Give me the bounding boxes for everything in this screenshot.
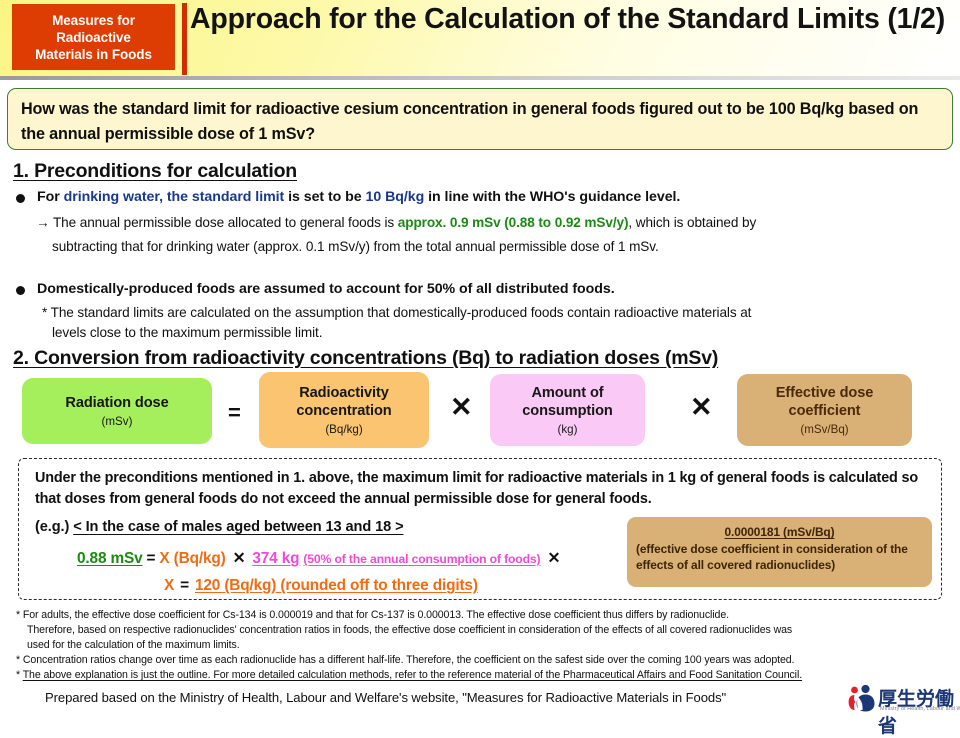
footnote-3: * The above explanation is just the outl… xyxy=(16,668,802,683)
section-2-heading: 2. Conversion from radioactivity concent… xyxy=(13,347,719,369)
example-case-label: (e.g.) < In the case of males aged betwe… xyxy=(35,519,404,535)
footnote-1: * For adults, the effective dose coeffic… xyxy=(16,609,729,621)
mhlw-people-icon xyxy=(848,684,875,712)
formula-box-coefficient-label-1: Effective dose xyxy=(775,385,874,401)
eq1-consumption-note: (50% of the annual consumption of foods) xyxy=(303,552,541,566)
example-case-text: < In the case of males aged between 13 a… xyxy=(73,519,404,535)
operator-multiply-2: ✕ xyxy=(690,392,713,422)
effective-dose-coefficient-note: 0.0000181 (mSv/Bq) (effective dose coeff… xyxy=(627,517,932,587)
footnote-1-cont-2: used for the calculation of the maximum … xyxy=(27,639,240,651)
section-1-note-line-1: * The standard limits are calculated on … xyxy=(42,305,752,320)
b1-suffix: in line with the WHO's guidance level. xyxy=(424,189,681,205)
eq1-times-2: ✕ xyxy=(547,550,561,567)
coefficient-value: 0.0000181 (mSv/Bq) xyxy=(724,525,835,539)
section-1-heading: 1. Preconditions for calculation xyxy=(13,160,297,182)
equation-line-1: 0.88 mSv = X (Bq/kg) ✕ 374 kg (50% of the ann… xyxy=(77,549,560,568)
arrow-green: approx. 0.9 mSv (0.88 to 0.92 mSv/y) xyxy=(397,215,629,230)
example-paragraph: Under the preconditions mentioned in 1. … xyxy=(35,470,919,507)
page-title: Approach for the Calculation of the Stan… xyxy=(190,3,945,35)
footnote-1-cont-1: Therefore, based on respective radionucl… xyxy=(27,624,793,636)
formula-box-radiation-dose-label: Radiation dose xyxy=(65,395,169,411)
prepared-by-text: Prepared based on the Ministry of Health… xyxy=(45,690,727,705)
formula-box-concentration-unit: (Bq/kg) xyxy=(325,423,363,436)
formula-box-concentration-label-2: concentration xyxy=(296,403,392,419)
b1-prefix: For xyxy=(37,189,64,205)
formula-box-radiation-dose-unit: (mSv) xyxy=(101,415,133,428)
b1-mid: is set to be xyxy=(284,189,366,205)
arrow-pre: The annual permissible dose allocated to… xyxy=(52,215,398,230)
formula-box-coefficient-label-2: coefficient xyxy=(788,403,861,419)
formula-box-concentration-label-1: Radioactivity xyxy=(299,385,389,401)
formula-box-radiation-dose: Radiation dose (mSv) xyxy=(22,378,212,444)
arrow-icon: → xyxy=(36,215,53,230)
formula-box-radioactivity-concentration: Radioactivity concentration (Bq/kg) xyxy=(259,372,429,448)
section-1-bullet-2-text: Domestically-produced foods are assumed … xyxy=(37,281,615,297)
footnote-2: * Concentration ratios change over time … xyxy=(16,654,795,666)
eq1-equals: = xyxy=(146,550,156,567)
example-calculation-box: Under the preconditions mentioned in 1. … xyxy=(18,458,942,600)
eq2-result: 120 (Bq/kg) (rounded off to three digits… xyxy=(194,577,478,594)
header-badge: Measures for Radioactive Materials in Fo… xyxy=(12,4,175,70)
eq1-dose: 0.88 mSv xyxy=(77,550,143,567)
coefficient-note-line-2: (effective dose coefficient in considera… xyxy=(636,542,908,556)
arrow-post: , which is obtained by xyxy=(628,215,757,230)
formula-box-effective-dose-coefficient: Effective dose coefficient (mSv/Bq) xyxy=(737,374,912,446)
b1-blue-1: drinking water, the standard limit xyxy=(63,189,285,205)
operator-equals: = xyxy=(228,400,241,425)
header-accent-bar xyxy=(182,3,187,75)
footnote-3-text: The above explanation is just the outlin… xyxy=(22,669,803,681)
coefficient-note-line-3: effects of all covered radionuclides) xyxy=(636,558,836,572)
operator-multiply-1: ✕ xyxy=(450,392,473,422)
footnote-3-prefix: * xyxy=(16,669,23,681)
eq1-times-1: ✕ xyxy=(232,550,246,567)
example-case-prefix: (e.g.) xyxy=(35,519,74,535)
equation-line-2: X = 120 (Bq/kg) (rounded off to three digi… xyxy=(164,577,478,595)
section-1-note-line-2: levels close to the maximum permissible … xyxy=(52,325,323,340)
section-1-bullet-1-text: For drinking water, the standard limit i… xyxy=(37,188,680,207)
bullet-dot-icon xyxy=(16,286,25,295)
eq2-equals: = xyxy=(180,577,189,594)
mhlw-logo: 厚生労働省 Ministry of Health, Labour and Wel… xyxy=(846,683,960,737)
bullet-dot-icon xyxy=(16,194,25,203)
section-1-arrow-line-2: subtracting that for drinking water (app… xyxy=(52,239,659,254)
section-1-bullet-2: Domestically-produced foods are assumed … xyxy=(16,280,615,299)
eq2-x: X xyxy=(164,577,175,594)
header-badge-line-2: Radioactive xyxy=(56,29,131,45)
formula-box-amount-of-consumption: Amount of consumption (kg) xyxy=(490,374,645,446)
mhlw-logo-en: Ministry of Health, Labour and Welfare xyxy=(880,706,960,712)
formula-box-amount-label-2: consumption xyxy=(522,403,613,419)
b1-blue-2: 10 Bq/kg xyxy=(365,189,425,205)
formula-box-amount-label-1: Amount of xyxy=(531,385,604,401)
section-1-bullet-1: For drinking water, the standard limit i… xyxy=(16,188,680,207)
header-badge-line-1: Measures for xyxy=(52,12,135,28)
header-badge-line-3: Materials in Foods xyxy=(35,46,152,62)
page-header: Measures for Radioactive Materials in Fo… xyxy=(0,0,960,80)
eq1-consumption: 374 kg xyxy=(252,550,300,567)
formula-box-coefficient-unit: (mSv/Bq) xyxy=(800,423,849,436)
formula-box-amount-unit: (kg) xyxy=(557,423,578,436)
eq1-unknown: X (Bq/kg) xyxy=(159,550,226,567)
section-1-arrow-line: → The annual permissible dose allocated … xyxy=(36,212,936,233)
question-callout: How was the standard limit for radioacti… xyxy=(7,88,953,150)
